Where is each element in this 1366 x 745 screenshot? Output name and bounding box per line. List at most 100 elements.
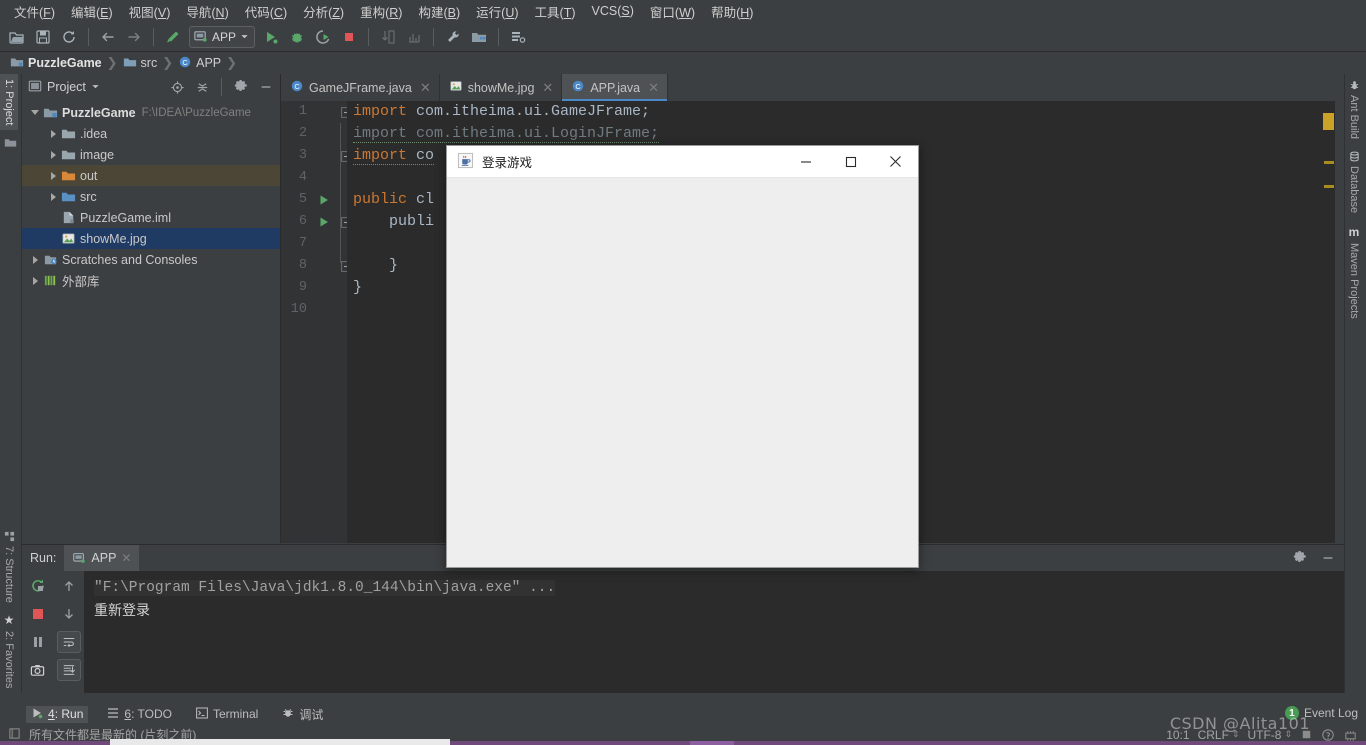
collapse-arrow-icon[interactable] — [32, 255, 38, 264]
hide-panel-icon[interactable] — [1318, 548, 1338, 568]
scrollbar-warning-marker-3[interactable] — [1324, 185, 1334, 188]
soft-wrap-icon[interactable] — [56, 631, 81, 653]
collapse-all-icon[interactable] — [192, 77, 212, 97]
dialog-minimize-button[interactable] — [783, 146, 828, 177]
menu-item-5[interactable]: 代码(C) — [237, 0, 295, 23]
sdk-manager-icon[interactable] — [506, 25, 530, 49]
collapse-arrow-icon[interactable] — [50, 129, 56, 138]
pause-icon[interactable] — [26, 631, 50, 653]
run-button[interactable] — [259, 25, 283, 49]
menu-item-4[interactable]: 导航(N) — [178, 0, 236, 23]
camera-icon[interactable] — [26, 659, 50, 681]
collapse-arrow-icon[interactable] — [50, 192, 56, 201]
breadcrumb-item-src[interactable]: src — [119, 55, 162, 72]
scrollbar-warning-marker-2[interactable] — [1324, 161, 1334, 164]
tree-toggle[interactable] — [46, 192, 60, 201]
breadcrumb-item-app[interactable]: C APP — [174, 55, 225, 72]
profile-icon[interactable] — [402, 25, 426, 49]
menu-item-7[interactable]: 重构(R) — [352, 0, 410, 23]
close-icon[interactable]: ✕ — [420, 80, 431, 96]
tree-node-showme-jpg[interactable]: showMe.jpg — [22, 228, 280, 249]
debug-button[interactable] — [285, 25, 309, 49]
line-separator-selector[interactable]: CRLF ⇕ — [1198, 728, 1240, 742]
gutter-run-icon[interactable] — [317, 211, 331, 233]
open-folder-icon[interactable] — [5, 25, 29, 49]
down-arrow-icon[interactable] — [57, 603, 81, 625]
run-with-coverage-icon[interactable] — [311, 25, 335, 49]
save-all-icon[interactable] — [31, 25, 55, 49]
tree-node----[interactable]: 外部库 — [22, 270, 280, 291]
close-icon[interactable]: ✕ — [648, 80, 659, 96]
scroll-to-end-icon[interactable] — [56, 659, 81, 681]
tree-toggle[interactable] — [28, 276, 42, 285]
code-line-2[interactable]: import com.itheima.ui.LoginJFrame; — [353, 123, 1335, 145]
tree-node-scratches-and-consoles[interactable]: Scratches and Consoles — [22, 249, 280, 270]
menu-item-12[interactable]: 窗口(W) — [642, 0, 703, 23]
git-branch-indicator[interactable] — [1300, 728, 1313, 741]
menu-item-13[interactable]: 帮助(H) — [703, 0, 761, 23]
dialog-close-button[interactable] — [873, 146, 918, 177]
sidebar-item-ant-build[interactable]: Ant Build — [1345, 74, 1363, 145]
editor-tab-gamejframe-java[interactable]: C GameJFrame.java ✕ — [281, 74, 440, 101]
memory-indicator-icon[interactable] — [1343, 728, 1358, 742]
collapse-arrow-icon[interactable] — [50, 171, 56, 180]
settings-wrench-icon[interactable] — [441, 25, 465, 49]
code-line-1[interactable]: import com.itheima.ui.GameJFrame; — [353, 101, 1335, 123]
back-icon[interactable] — [96, 25, 120, 49]
forward-icon[interactable] — [122, 25, 146, 49]
project-structure-icon[interactable] — [467, 25, 491, 49]
collapse-arrow-icon[interactable] — [32, 276, 38, 285]
update-running-app-icon[interactable] — [376, 25, 400, 49]
editor-tab-app-java[interactable]: C APP.java ✕ — [562, 74, 669, 101]
rerun-icon[interactable] — [26, 575, 50, 597]
menu-item-3[interactable]: 视图(V) — [121, 0, 179, 23]
close-icon[interactable]: ✕ — [542, 80, 553, 96]
editor-gutter[interactable]: 1 2 3 4 5 6 7 8 9 10 — [281, 101, 352, 543]
sidebar-item-database[interactable]: Database — [1345, 145, 1363, 219]
build-hammer-icon[interactable] — [161, 25, 185, 49]
tree-toggle[interactable] — [46, 150, 60, 159]
editor-scrollbar[interactable] — [1321, 101, 1335, 543]
menu-item-9[interactable]: 运行(U) — [468, 0, 526, 23]
gear-icon[interactable] — [231, 77, 251, 97]
run-tab-app[interactable]: APP ✕ — [64, 545, 140, 571]
menu-item-8[interactable]: 构建(B) — [410, 0, 468, 23]
tree-node--idea[interactable]: .idea — [22, 123, 280, 144]
menu-item-1[interactable]: 文件(F) — [6, 0, 63, 23]
tree-toggle[interactable] — [46, 129, 60, 138]
dialog-title-bar[interactable]: 登录游戏 — [447, 146, 918, 178]
menu-item-10[interactable]: 工具(T) — [527, 0, 584, 23]
menu-item-6[interactable]: 分析(Z) — [295, 0, 352, 23]
sidebar-item-maven[interactable]: m Maven Projects — [1345, 219, 1363, 325]
run-console[interactable]: "F:\Program Files\Java\jdk1.8.0_144\bin\… — [84, 571, 1344, 693]
menu-item-2[interactable]: 编辑(E) — [63, 0, 121, 23]
tree-toggle[interactable] — [28, 255, 42, 264]
sidebar-item-favorites[interactable]: ★ 2: Favorites — [0, 608, 18, 693]
tree-node-image[interactable]: image — [22, 144, 280, 165]
bottom-tab-4--run[interactable]: 4: Run — [26, 705, 89, 723]
project-tree[interactable]: PuzzleGame F:\IDEA\PuzzleGame .idea image ou… — [22, 100, 280, 543]
inspection-widget[interactable] — [1321, 728, 1335, 742]
dialog-maximize-button[interactable] — [828, 146, 873, 177]
expand-arrow-icon[interactable] — [31, 110, 39, 115]
menu-item-11[interactable]: VCS(S) — [584, 2, 642, 20]
dialog-content-area[interactable] — [447, 178, 918, 567]
sync-icon[interactable] — [57, 25, 81, 49]
project-dropdown-icon[interactable] — [91, 80, 100, 94]
editor-tab-showme-jpg[interactable]: showMe.jpg ✕ — [439, 74, 563, 101]
bottom-tab-调试[interactable]: 调试 — [277, 705, 328, 724]
bottom-tab-6--todo[interactable]: 6: TODO — [102, 706, 177, 723]
collapse-arrow-icon[interactable] — [50, 150, 56, 159]
close-icon[interactable]: ✕ — [121, 551, 131, 565]
stop-icon[interactable] — [26, 603, 50, 625]
run-configuration-selector[interactable]: APP — [189, 25, 256, 48]
gutter-run-icon[interactable] — [317, 189, 331, 211]
tree-node-src[interactable]: src — [22, 186, 280, 207]
login-game-dialog[interactable]: 登录游戏 — [446, 145, 919, 568]
stop-button[interactable] — [337, 25, 361, 49]
encoding-selector[interactable]: UTF-8 ⇕ — [1247, 728, 1292, 742]
up-arrow-icon[interactable] — [57, 575, 81, 597]
tree-node-puzzlegame[interactable]: PuzzleGame F:\IDEA\PuzzleGame — [22, 102, 280, 123]
bottom-tab-terminal[interactable]: Terminal — [191, 706, 263, 723]
locate-icon[interactable] — [167, 77, 187, 97]
